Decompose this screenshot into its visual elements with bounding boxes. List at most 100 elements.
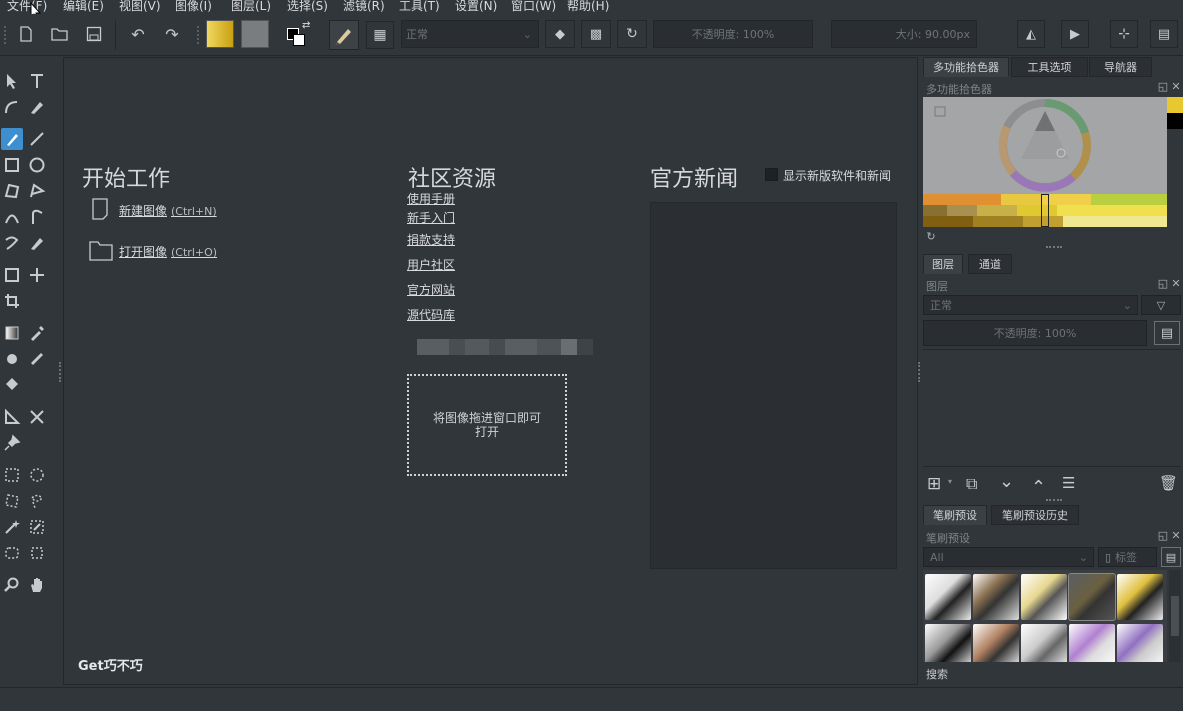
delete-layer-icon[interactable]: 🗑 bbox=[1159, 474, 1178, 492]
contiguous-select-tool[interactable] bbox=[1, 516, 23, 538]
brush-preset-item[interactable] bbox=[1117, 574, 1163, 620]
open-image-link[interactable]: 打开图像 (Ctrl+O) bbox=[119, 243, 217, 260]
undo-button[interactable]: ↶ bbox=[125, 21, 151, 47]
left-splitter-handle[interactable] bbox=[59, 362, 61, 382]
brush-preset-item[interactable] bbox=[973, 624, 1019, 662]
layer-blend-select[interactable]: 正常 ⌄ bbox=[923, 295, 1138, 315]
getting-started-link[interactable]: 新手入门 bbox=[407, 209, 455, 226]
save-button[interactable] bbox=[81, 21, 107, 47]
line-tool[interactable] bbox=[26, 128, 48, 150]
brush-preset-item[interactable] bbox=[1117, 624, 1163, 662]
menu-filter[interactable]: 滤镜(R) bbox=[343, 0, 385, 12]
layer-opacity-slider[interactable]: 不透明度: 100% bbox=[923, 320, 1147, 346]
brush-tag-filter-select[interactable]: All ⌄ bbox=[923, 547, 1094, 567]
brush-preset-item[interactable] bbox=[1068, 573, 1116, 621]
eraser-mode-button[interactable]: ◆ bbox=[545, 20, 575, 48]
brush-grid-scrollbar[interactable] bbox=[1169, 570, 1181, 662]
tab-brush-presets[interactable]: 笔刷预设 bbox=[923, 505, 987, 525]
drop-zone[interactable]: 将图像拖进窗口即可打开 bbox=[407, 374, 567, 476]
preserve-alpha-button[interactable]: ▩ bbox=[581, 20, 611, 48]
pan-tool[interactable] bbox=[26, 574, 48, 596]
brush-preset-item[interactable] bbox=[925, 624, 971, 662]
mirror-vertical-button[interactable]: ▶ bbox=[1061, 20, 1089, 48]
menu-help[interactable]: 帮助(H) bbox=[567, 0, 609, 12]
brush-preset-item[interactable] bbox=[973, 574, 1019, 620]
assistant-tool[interactable] bbox=[1, 406, 23, 428]
color-history-swatches[interactable] bbox=[923, 194, 1167, 227]
brush-preset-grid[interactable] bbox=[923, 570, 1167, 662]
freehand-select-tool[interactable] bbox=[26, 490, 48, 512]
magnetic-select-tool[interactable] bbox=[26, 542, 48, 564]
brush-preset-item[interactable] bbox=[1069, 624, 1115, 662]
float-docker-icon[interactable]: ◱ bbox=[1156, 80, 1170, 94]
swap-colors-icon[interactable]: ⇄ bbox=[302, 20, 310, 31]
layer-settings-icon[interactable]: ☰ bbox=[1062, 474, 1075, 492]
freehand-path-tool[interactable] bbox=[26, 206, 48, 228]
menu-edit[interactable]: 编辑(E) bbox=[63, 0, 104, 12]
menu-tools[interactable]: 工具(T) bbox=[399, 0, 440, 12]
gradient-selector[interactable] bbox=[206, 20, 234, 48]
add-layer-icon[interactable]: ⊞ bbox=[927, 474, 941, 494]
edit-shapes-tool[interactable] bbox=[1, 96, 23, 118]
brush-view-button[interactable]: ▤ bbox=[1161, 547, 1181, 567]
brush-tag-button[interactable]: ▯ 标签 bbox=[1098, 547, 1157, 567]
pattern-selector[interactable] bbox=[241, 20, 269, 48]
wrap-around-button[interactable]: ⊹ bbox=[1110, 20, 1138, 48]
add-layer-dropdown-icon[interactable]: ▾ bbox=[948, 477, 952, 486]
source-code-link[interactable]: 源代码库 bbox=[407, 306, 455, 323]
color-picker-tool[interactable] bbox=[26, 322, 48, 344]
layer-properties-button[interactable]: ▤ bbox=[1154, 321, 1180, 345]
brush-preset-item[interactable] bbox=[1021, 574, 1067, 620]
size-slider[interactable]: 大小: 90.00px bbox=[831, 20, 977, 48]
tab-color-selector[interactable]: 多功能拾色器 bbox=[923, 57, 1009, 77]
move-layer-down-icon[interactable]: ⌄ bbox=[999, 471, 1014, 492]
fill-tool[interactable] bbox=[1, 374, 23, 396]
menu-settings[interactable]: 设置(N) bbox=[455, 0, 497, 12]
colorize-mask-tool[interactable] bbox=[1, 348, 23, 370]
user-community-link[interactable]: 用户社区 bbox=[407, 256, 455, 273]
transform-tool[interactable] bbox=[1, 264, 23, 286]
ellipse-select-tool[interactable] bbox=[26, 464, 48, 486]
new-document-button[interactable] bbox=[13, 21, 39, 47]
menu-select[interactable]: 选择(S) bbox=[287, 0, 328, 12]
blend-mode-select[interactable]: 正常 ⌄ bbox=[401, 20, 539, 48]
crop-tool[interactable] bbox=[1, 290, 23, 312]
text-tool[interactable] bbox=[26, 70, 48, 92]
open-document-button[interactable] bbox=[47, 21, 73, 47]
refresh-icon[interactable]: ↻ bbox=[924, 230, 938, 244]
show-news-checkbox[interactable] bbox=[765, 168, 778, 181]
workspace-button[interactable]: ▤ bbox=[1150, 20, 1178, 48]
menu-window[interactable]: 窗口(W) bbox=[511, 0, 556, 12]
tab-layers[interactable]: 图层 bbox=[923, 254, 963, 274]
close-docker-icon[interactable]: ✕ bbox=[1169, 529, 1183, 543]
brush-preset-button[interactable] bbox=[329, 20, 359, 50]
reload-preset-button[interactable]: ↻ bbox=[617, 20, 647, 48]
float-docker-icon[interactable]: ◱ bbox=[1156, 277, 1170, 291]
bezier-select-tool[interactable] bbox=[1, 542, 23, 564]
float-docker-icon[interactable]: ◱ bbox=[1156, 529, 1170, 543]
ellipse-tool[interactable] bbox=[26, 154, 48, 176]
layer-list[interactable] bbox=[923, 349, 1181, 467]
rect-select-tool[interactable] bbox=[1, 464, 23, 486]
tab-navigator[interactable]: 导航器 bbox=[1089, 57, 1152, 77]
menu-layer[interactable]: 图层(L) bbox=[231, 0, 271, 12]
official-website-link[interactable]: 官方网站 bbox=[407, 281, 455, 298]
donate-link[interactable]: 捐款支持 bbox=[407, 231, 455, 248]
calligraphy-tool[interactable] bbox=[26, 96, 48, 118]
reference-tool[interactable] bbox=[1, 432, 23, 454]
zoom-tool[interactable] bbox=[1, 574, 23, 596]
opacity-slider[interactable]: 不透明度: 100% bbox=[653, 20, 813, 48]
tab-tool-options[interactable]: 工具选项 bbox=[1011, 57, 1088, 77]
close-docker-icon[interactable]: ✕ bbox=[1169, 277, 1183, 291]
redo-button[interactable]: ↷ bbox=[159, 21, 185, 47]
mirror-horizontal-button[interactable]: ◭ bbox=[1017, 20, 1045, 48]
toolbar-grip[interactable] bbox=[4, 26, 8, 44]
docker-splitter[interactable] bbox=[1046, 499, 1062, 501]
brush-preset-item[interactable] bbox=[925, 574, 971, 620]
close-docker-icon[interactable]: ✕ bbox=[1169, 80, 1183, 94]
layer-filter-button[interactable]: ▽ bbox=[1141, 295, 1181, 315]
menu-view[interactable]: 视图(V) bbox=[119, 0, 161, 12]
right-splitter-handle[interactable] bbox=[918, 362, 920, 382]
background-color[interactable] bbox=[293, 34, 305, 46]
polygon-select-tool[interactable] bbox=[1, 490, 23, 512]
